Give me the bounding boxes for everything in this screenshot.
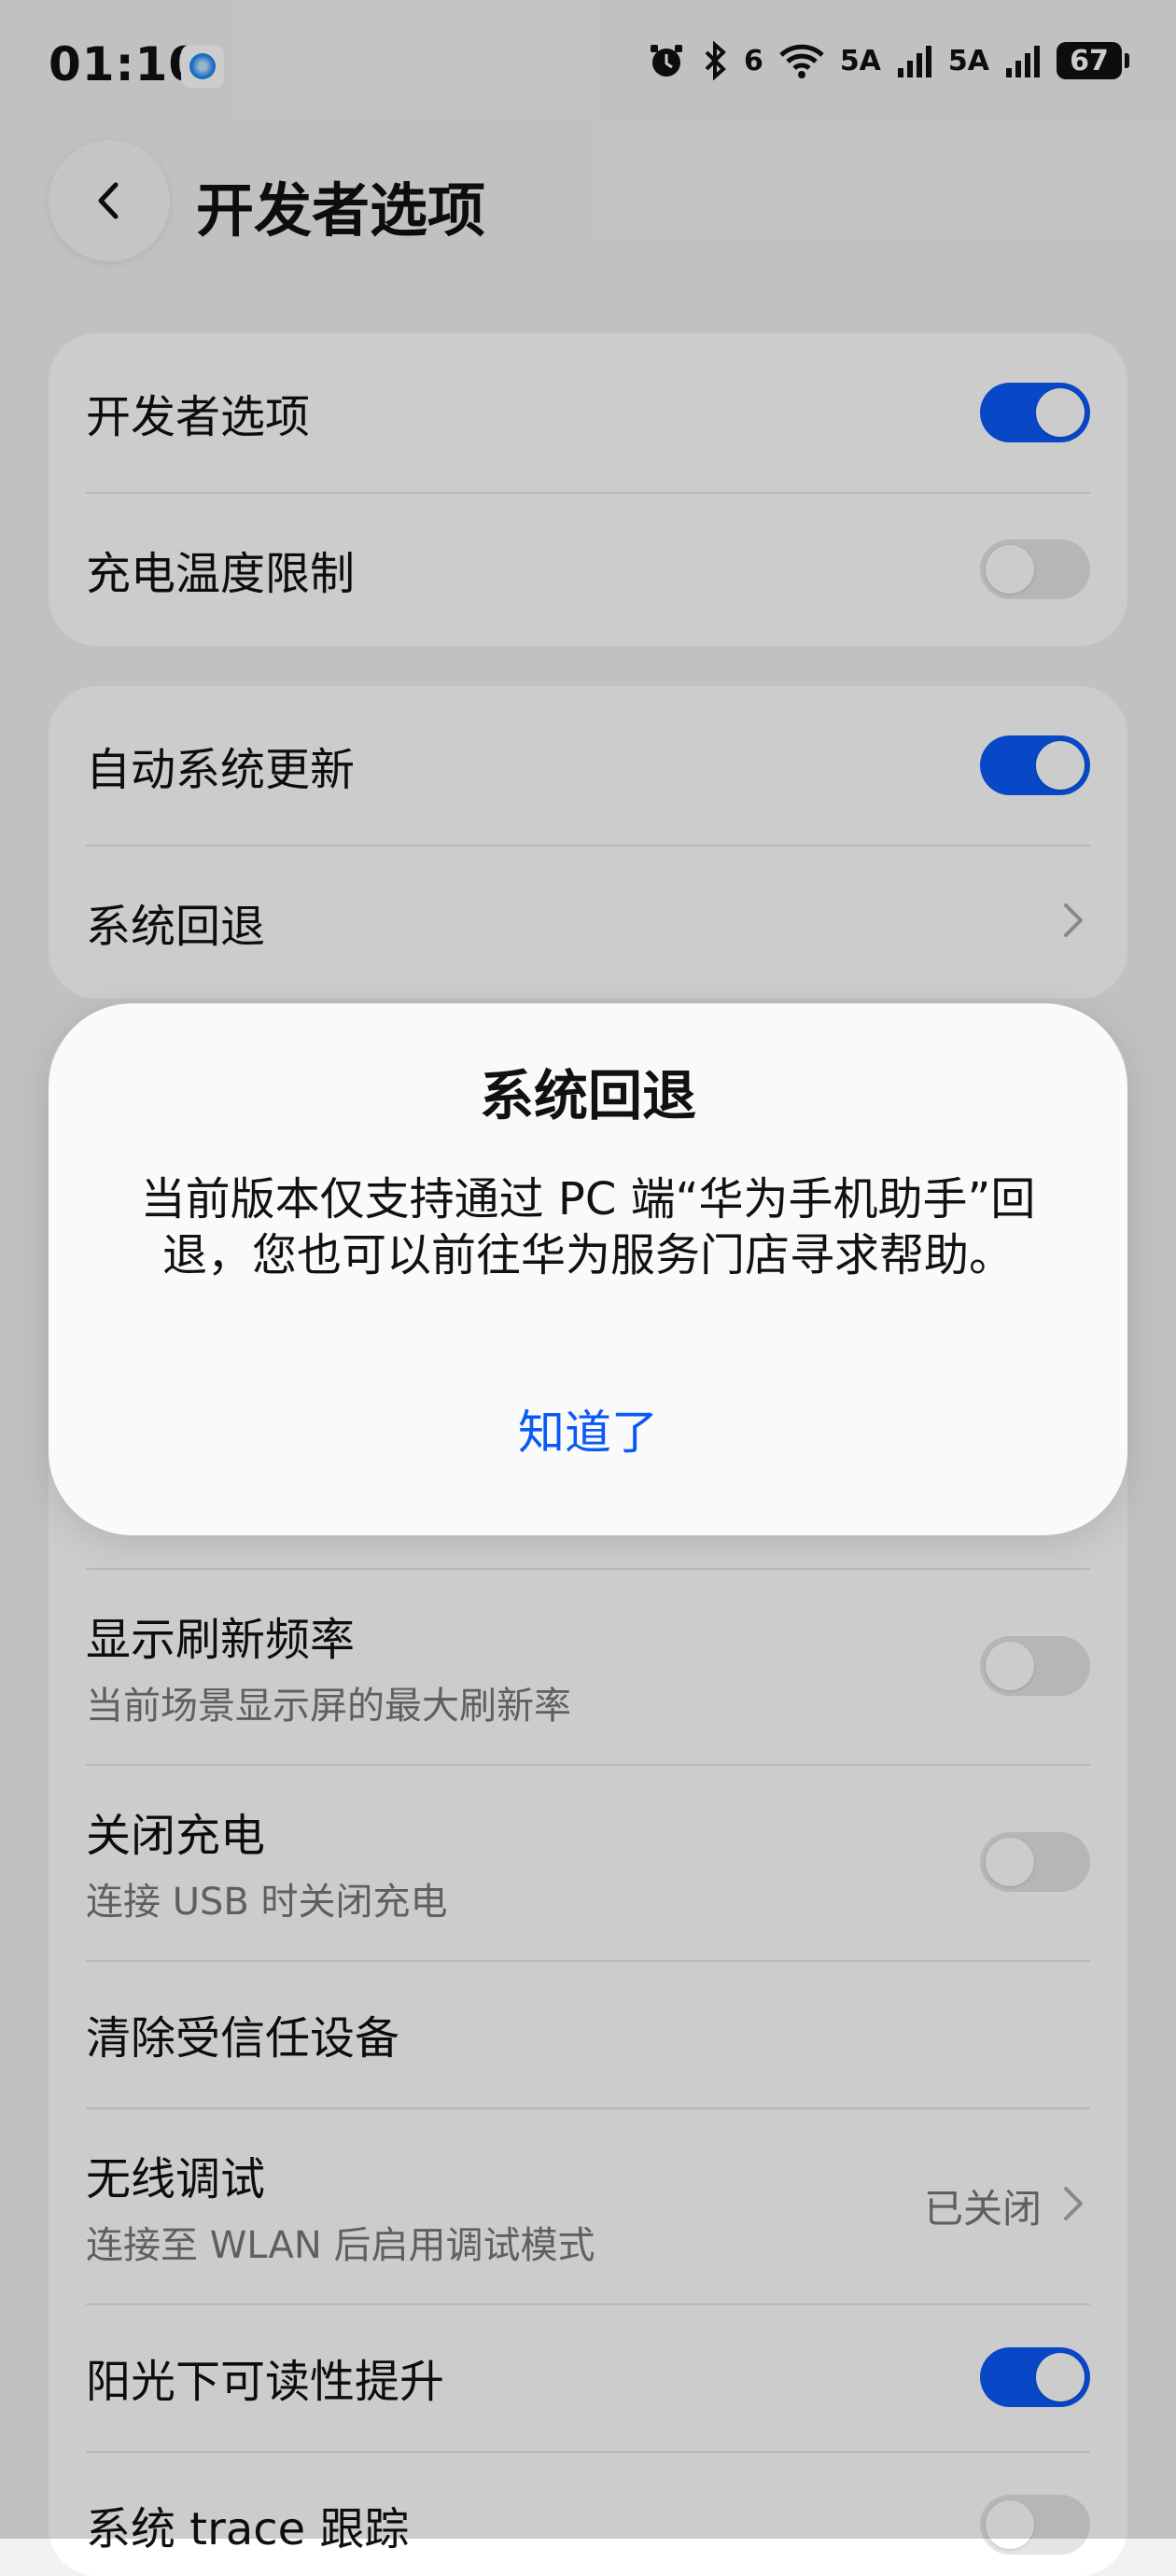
rollback-dialog: 系统回退 当前版本仅支持通过 PC 端“华为手机助手”回退，您也可以前往华为服务…	[49, 1003, 1127, 1535]
dialog-ok-button[interactable]: 知道了	[490, 1386, 686, 1472]
dialog-title: 系统回退	[479, 1064, 696, 1127]
dialog-message: 当前版本仅支持通过 PC 端“华为手机助手”回退，您也可以前往华为服务门店寻求帮…	[140, 1173, 1036, 1281]
